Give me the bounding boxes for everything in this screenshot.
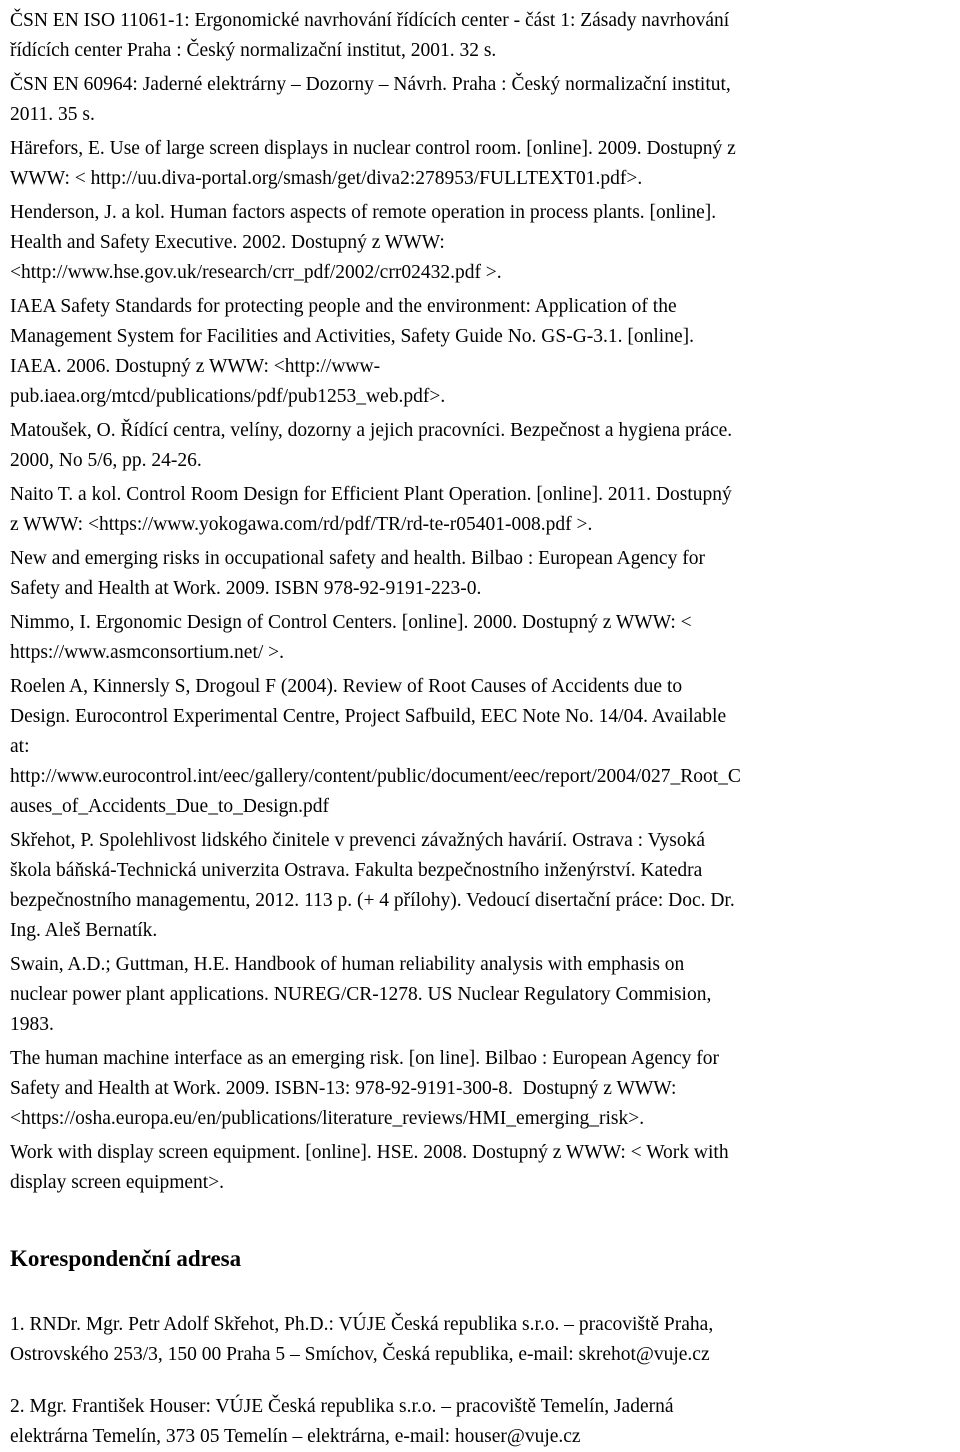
reference-item: Nimmo, I. Ergonomic Design of Control Ce… — [10, 612, 692, 663]
reference-item: ČSN EN ISO 11061-1: Ergonomické navrhová… — [10, 10, 730, 61]
reference-item: IAEA Safety Standards for protecting peo… — [10, 296, 694, 407]
reference-item: Swain, A.D.; Guttman, H.E. Handbook of h… — [10, 954, 712, 1035]
contact-entry: 2. Mgr. František Houser: VÚJE Česká rep… — [10, 1396, 674, 1447]
reference-item: Skřehot, P. Spolehlivost lidského činite… — [10, 830, 735, 941]
reference-item: Matoušek, O. Řídící centra, velíny, dozo… — [10, 420, 733, 471]
reference-item: The human machine interface as an emergi… — [10, 1048, 719, 1129]
heading-spacer-top — [10, 1198, 946, 1244]
reference-item: Work with display screen equipment. [onl… — [10, 1142, 729, 1193]
heading-spacer-bottom — [10, 1274, 946, 1310]
reference-list: ČSN EN ISO 11061-1: Ergonomické navrhová… — [10, 6, 946, 1198]
reference-item: Roelen A, Kinnersly S, Drogoul F (2004).… — [10, 676, 741, 817]
reference-item: New and emerging risks in occupational s… — [10, 548, 705, 599]
reference-item: ČSN EN 60964: Jaderné elektrárny – Dozor… — [10, 74, 731, 125]
correspondence-list: 1. RNDr. Mgr. Petr Adolf Skřehot, Ph.D.:… — [10, 1310, 946, 1452]
reference-item: Naito T. a kol. Control Room Design for … — [10, 484, 732, 535]
page-title: Korespondenční adresa — [10, 1246, 242, 1271]
contact-entry: 1. RNDr. Mgr. Petr Adolf Skřehot, Ph.D.:… — [10, 1314, 714, 1365]
reference-item: Härefors, E. Use of large screen display… — [10, 138, 736, 189]
document-page: ČSN EN ISO 11061-1: Ergonomické navrhová… — [0, 0, 960, 1452]
reference-item: Henderson, J. a kol. Human factors aspec… — [10, 202, 717, 283]
